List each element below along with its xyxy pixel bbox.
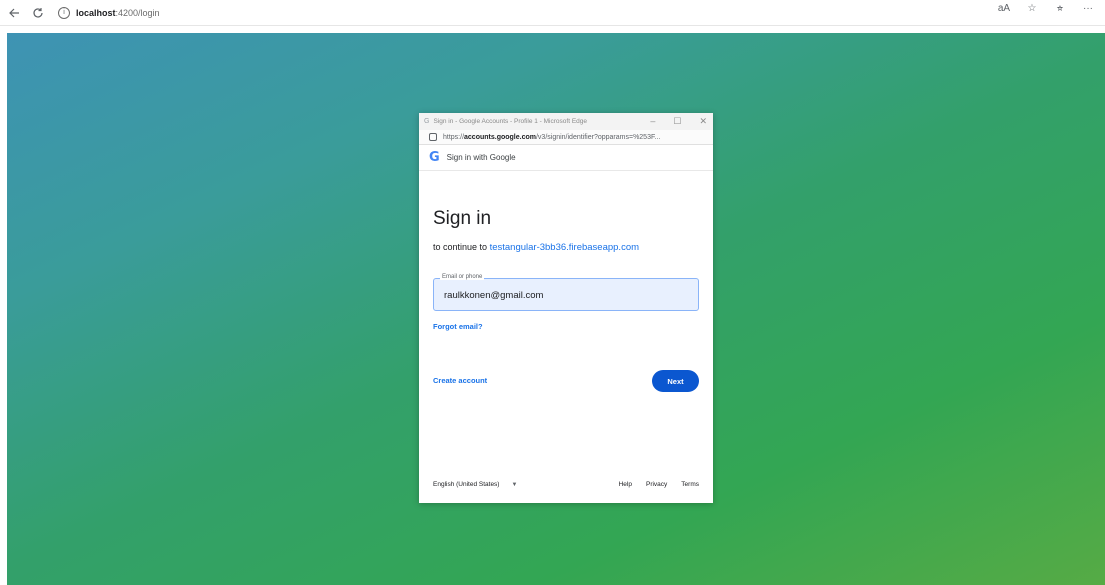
subtitle-prefix: to continue to [433,242,488,252]
address-host: localhost [76,7,116,18]
signin-popup-window: G Sign in - Google Accounts - Profile 1 … [419,113,713,503]
google-logo-icon: G [429,150,440,165]
popup-footer: English (United States) ▼ Help Privacy T… [433,481,699,488]
language-select[interactable]: English (United States) [433,481,499,488]
signin-form: Sign in to continue to testangular-3bb36… [433,208,699,392]
address-bar[interactable]: i localhost :4200/login [54,4,1064,22]
popup-url-domain: accounts.google.com [464,133,536,141]
google-favicon-icon: G [424,118,430,125]
browser-toolbar: i localhost :4200/login aA ☆ ⭐︎ ··· [0,0,1105,26]
popup-address-bar[interactable]: https:// accounts.google.com /v3/signin/… [419,130,713,145]
forgot-email-link[interactable]: Forgot email? [433,322,483,331]
app-domain-link[interactable]: testangular-3bb36.firebaseapp.com [490,242,639,253]
help-link[interactable]: Help [619,481,632,488]
email-field-label: Email or phone [440,274,485,280]
email-field-value[interactable]: raulkkonen@gmail.com [444,290,543,301]
more-icon[interactable]: ··· [1079,3,1097,14]
favorites-list-icon[interactable]: ⭐︎ [1051,3,1069,14]
page-title: Sign in [433,208,492,229]
site-info-icon[interactable]: i [58,6,70,19]
address-path: :4200/login [115,7,160,18]
google-header: G Sign in with Google [419,145,713,171]
toolbar-actions: aA ☆ ⭐︎ ··· [995,3,1097,14]
close-icon[interactable]: ✕ [699,116,707,127]
next-button[interactable]: Next [652,370,699,392]
window-controls: – ☐ ✕ [650,116,707,127]
google-header-label: Sign in with Google [446,153,516,162]
signin-subtitle: to continue to testangular-3bb36.firebas… [433,242,699,253]
back-arrow-icon[interactable] [4,3,24,23]
privacy-link[interactable]: Privacy [646,481,667,488]
read-aloud-icon[interactable]: aA [995,3,1013,14]
terms-link[interactable]: Terms [681,481,699,488]
create-account-link[interactable]: Create account [433,376,487,385]
popup-title-bar: G Sign in - Google Accounts - Profile 1 … [419,113,713,130]
favorite-star-icon[interactable]: ☆ [1023,3,1041,14]
footer-links: Help Privacy Terms [619,481,699,488]
maximize-icon[interactable]: ☐ [673,116,681,127]
chevron-down-icon[interactable]: ▼ [511,482,517,488]
lock-icon[interactable] [429,133,437,141]
popup-url-rest: /v3/signin/identifier?opparams=%253F... [535,133,661,141]
refresh-icon[interactable] [28,3,48,23]
minimize-icon[interactable]: – [650,116,655,127]
popup-url-prefix: https:// [443,133,465,141]
popup-window-title: Sign in - Google Accounts - Profile 1 - … [433,118,587,125]
email-field[interactable]: Email or phone raulkkonen@gmail.com [433,274,699,311]
